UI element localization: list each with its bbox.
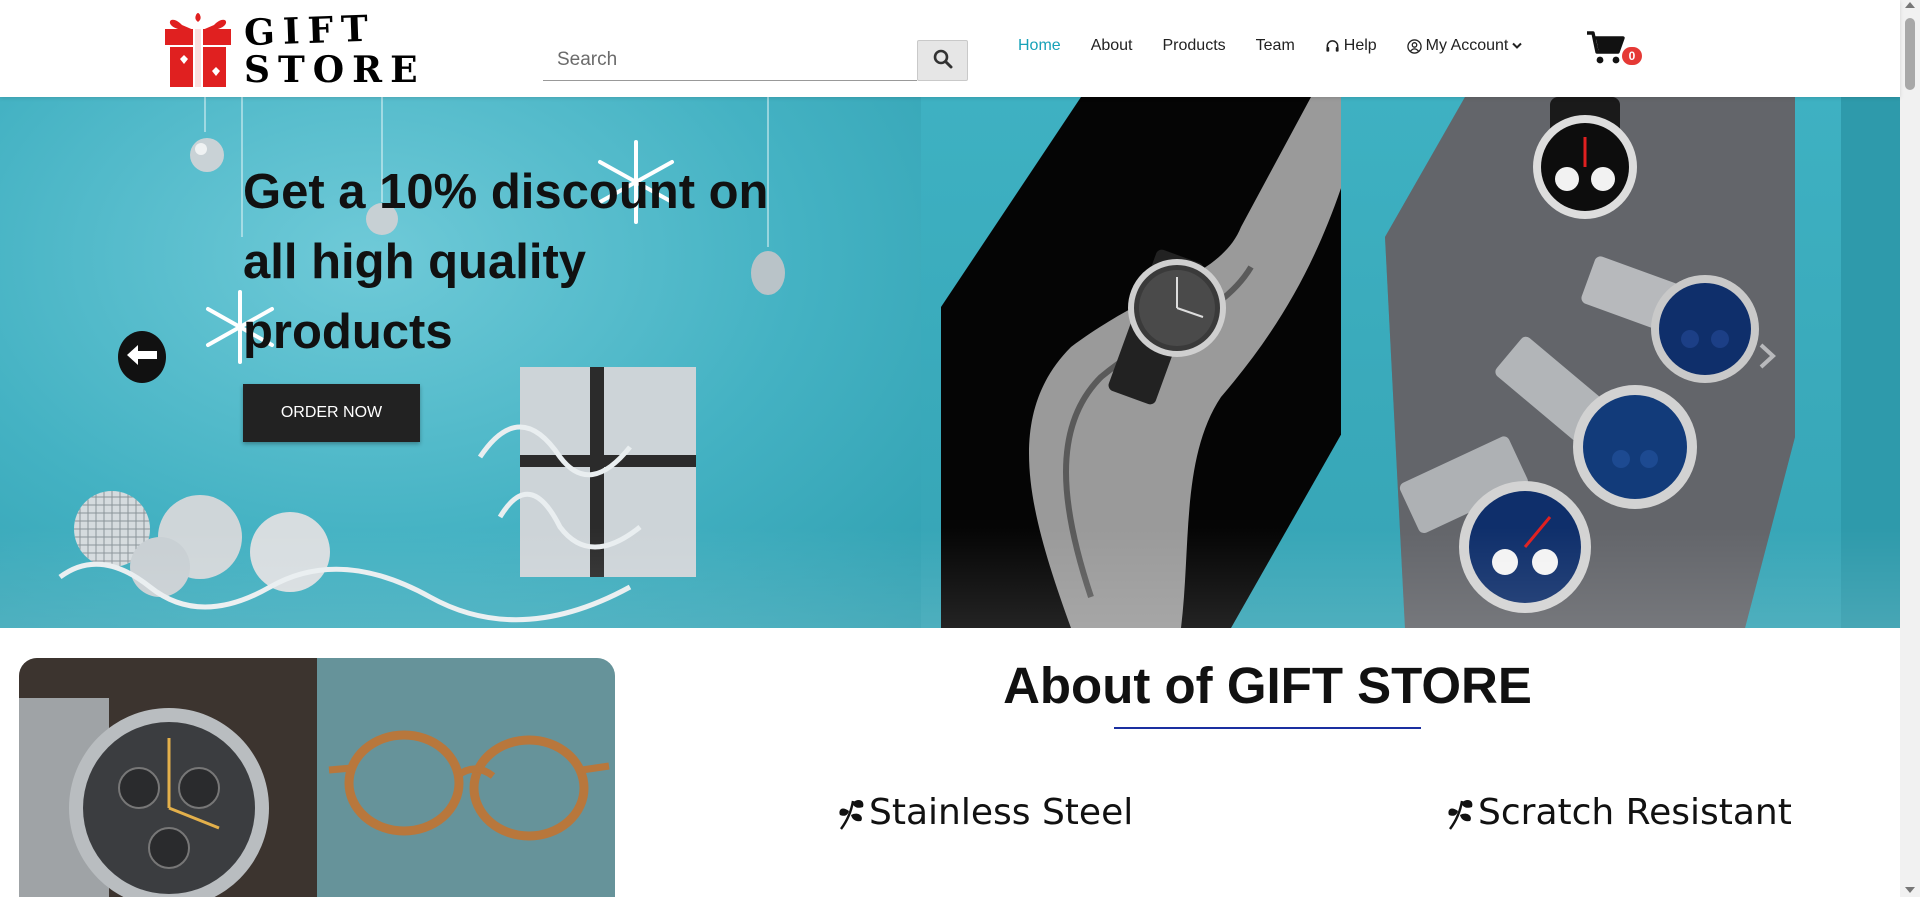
scroll-thumb[interactable] bbox=[1905, 18, 1915, 90]
cart-button[interactable]: 0 bbox=[1586, 30, 1642, 70]
carousel-next-button[interactable] bbox=[1752, 341, 1782, 371]
page-scrollbar[interactable] bbox=[1900, 0, 1920, 897]
chevron-right-icon bbox=[1752, 343, 1782, 375]
leaf-icon bbox=[1446, 795, 1476, 831]
hero-floor bbox=[0, 527, 1900, 628]
hero-title: Get a 10% discount on all high quality p… bbox=[243, 165, 769, 359]
gift-box-icon bbox=[162, 11, 234, 89]
nav-home-label: Home bbox=[1018, 37, 1061, 54]
nav-about-label: About bbox=[1090, 37, 1133, 54]
nav-products-label: Products bbox=[1162, 37, 1226, 54]
user-circle-icon bbox=[1406, 38, 1422, 54]
nav-help-label: Help bbox=[1343, 37, 1377, 54]
nav-team[interactable]: Team bbox=[1256, 37, 1295, 55]
feature-stainless-steel-label: Stainless Steel bbox=[869, 792, 1134, 833]
hero-carousel: Get a 10% discount on all high quality p… bbox=[0, 97, 1900, 628]
search-bar bbox=[543, 40, 968, 81]
carousel-prev-button[interactable] bbox=[118, 331, 166, 383]
scroll-down-arrow[interactable] bbox=[1905, 887, 1915, 893]
about-image-collage bbox=[19, 658, 615, 897]
nav-home[interactable]: Home bbox=[1018, 37, 1061, 55]
logo-text: GIFT STORE bbox=[243, 7, 426, 91]
nav-help[interactable]: Help bbox=[1325, 37, 1377, 55]
headset-icon bbox=[1325, 39, 1340, 54]
search-input[interactable] bbox=[543, 40, 917, 81]
arrow-left-icon bbox=[124, 343, 160, 372]
leaf-icon bbox=[837, 795, 867, 831]
site-header: GIFT STORE Home About Products Team bbox=[0, 0, 1900, 97]
order-now-button[interactable]: ORDER NOW bbox=[243, 384, 420, 442]
nav-my-account-label: My Account bbox=[1425, 37, 1509, 54]
nav-my-account[interactable]: My Account bbox=[1406, 37, 1523, 55]
search-button[interactable] bbox=[917, 40, 968, 81]
chevron-down-icon bbox=[1512, 42, 1523, 50]
nav-products[interactable]: Products bbox=[1163, 37, 1226, 55]
logo-line-2: STORE bbox=[244, 49, 426, 91]
search-icon bbox=[933, 49, 953, 72]
feature-scratch-resistant: Scratch Resistant bbox=[1446, 792, 1792, 833]
scroll-up-arrow[interactable] bbox=[1905, 2, 1915, 8]
cart-count-badge: 0 bbox=[1622, 47, 1642, 65]
about-title-underline bbox=[1114, 727, 1421, 729]
shopping-cart-icon bbox=[1586, 31, 1626, 70]
feature-stainless-steel: Stainless Steel bbox=[837, 792, 1133, 833]
feature-scratch-resistant-label: Scratch Resistant bbox=[1478, 792, 1792, 833]
watch-and-glasses-image bbox=[19, 658, 615, 897]
about-title: About of GIFT STORE bbox=[1003, 657, 1532, 714]
logo-line-1: GIFT bbox=[243, 7, 377, 55]
nav-team-label: Team bbox=[1255, 37, 1295, 54]
nav-about[interactable]: About bbox=[1091, 37, 1133, 55]
main-nav: Home About Products Team Help My Account bbox=[1018, 34, 1552, 58]
logo[interactable]: GIFT STORE bbox=[162, 8, 418, 90]
